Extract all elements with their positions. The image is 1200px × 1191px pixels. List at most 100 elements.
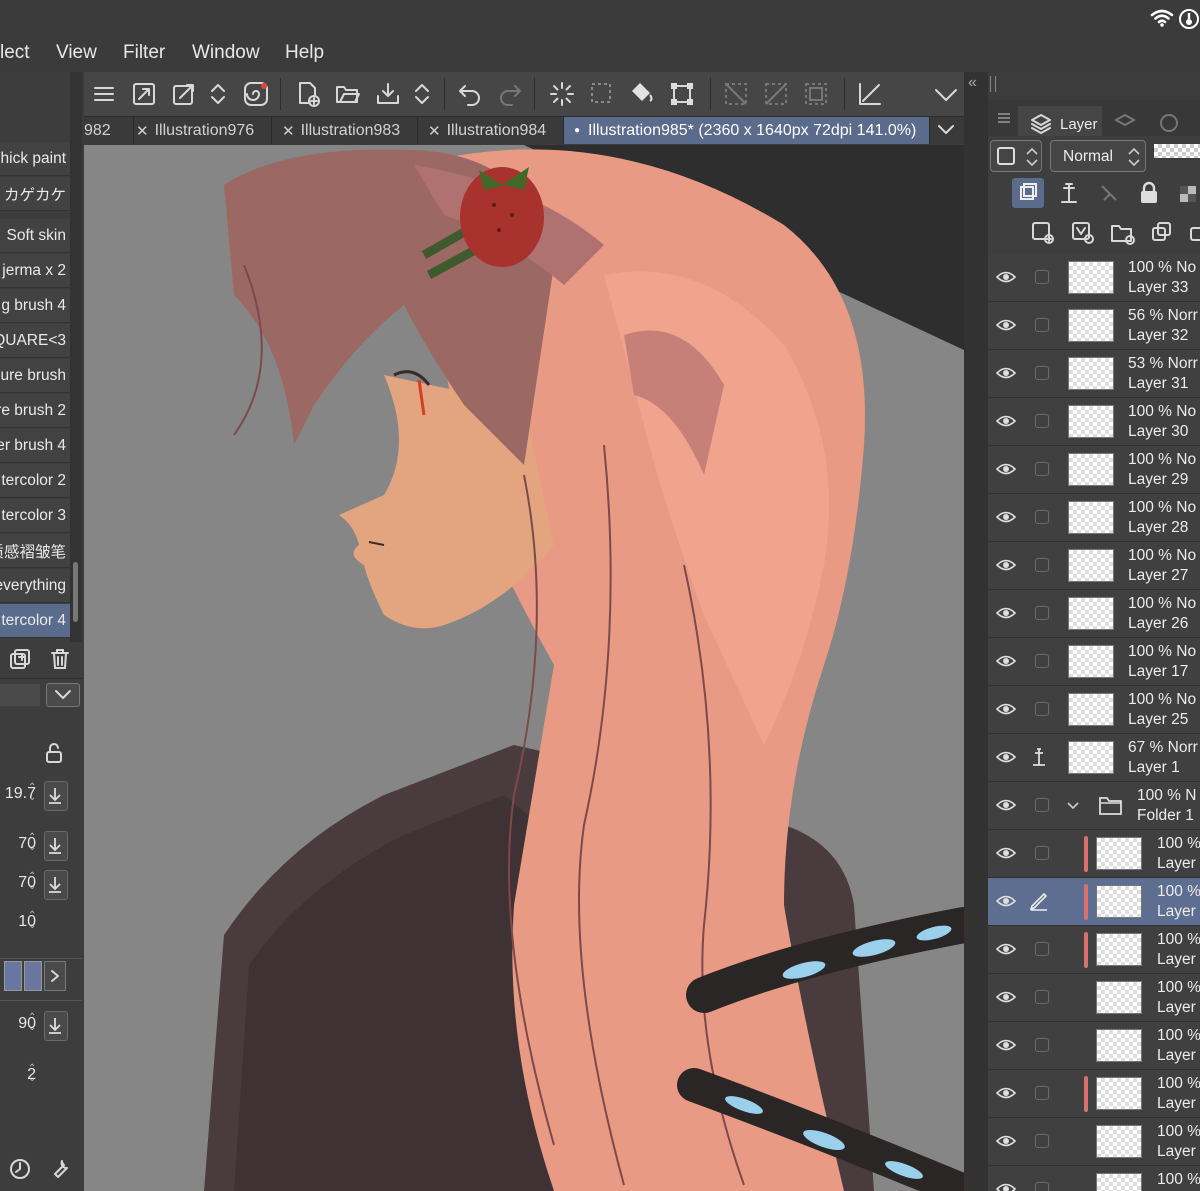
layer-checkbox[interactable] [1035,1134,1049,1148]
clip-layer-button[interactable] [1012,178,1044,208]
ruler-snap-icon[interactable] [854,78,886,110]
chevron-down-icon[interactable] [1066,800,1080,812]
history-icon[interactable] [1158,112,1180,134]
brush-item[interactable]: tercolor 3 [0,499,70,533]
lock-transparency-icon[interactable] [1178,180,1200,206]
save-icon[interactable] [372,78,404,110]
param-dynamics-button[interactable] [44,831,68,861]
layer-checkbox[interactable] [1035,1182,1049,1191]
menu-filter[interactable]: Filter [123,42,165,64]
stepper-icon[interactable]: ⌃ ⌄ [28,872,36,892]
stepper-icon[interactable]: ⌃ ⌄ [28,911,36,931]
layer-checkbox[interactable] [1035,558,1049,572]
selection-border-icon[interactable] [800,78,832,110]
eye-icon[interactable] [996,989,1016,1005]
selection-area-icon[interactable] [586,78,618,110]
redo-icon[interactable] [494,78,526,110]
collapse-button[interactable] [46,683,80,707]
eye-icon[interactable] [996,749,1016,765]
layer-checkbox[interactable] [1035,462,1049,476]
brush-item[interactable]: re brush 2 [0,394,70,428]
layer-row[interactable]: 100 % No Layer 25 [988,686,1200,734]
close-icon[interactable]: ✕ [136,122,149,140]
layer-row[interactable]: 100 % Layer [988,926,1200,974]
eye-icon[interactable] [996,1085,1016,1101]
layer-checkbox[interactable] [1035,798,1049,812]
layer-checkbox[interactable] [1035,366,1049,380]
layer-checkbox[interactable] [1035,510,1049,524]
layer-checkbox[interactable] [1035,702,1049,716]
clock-settings-icon[interactable] [8,1157,32,1181]
clear-selection-icon[interactable] [720,78,752,110]
layer-row[interactable]: 100 % Layer 1 [988,1118,1200,1166]
lock-open-icon[interactable] [44,742,66,764]
param-dynamics-button[interactable] [44,1011,68,1041]
eye-icon[interactable] [996,1181,1016,1191]
layer-checkbox[interactable] [1035,414,1049,428]
menu-window[interactable]: Window [192,42,260,64]
open-folder-icon[interactable] [332,78,364,110]
eye-icon[interactable] [996,365,1016,381]
layer-checkbox[interactable] [1035,270,1049,284]
close-icon[interactable]: ✕ [428,122,441,140]
tab-illustration983[interactable]: ✕ Illustration983 [272,117,418,144]
layer-row[interactable]: 53 % Norr Layer 31 [988,350,1200,398]
tab-illustration985[interactable]: ● Illustration985* (2360 x 1640px 72dpi … [564,117,930,144]
brush-item[interactable]: 质感褶皱笔 [0,534,70,568]
eye-icon[interactable] [996,701,1016,717]
param-dynamics-button[interactable] [44,870,68,900]
layer-checkbox[interactable] [1035,1038,1049,1052]
eye-icon[interactable] [996,845,1016,861]
spiral-icon[interactable] [240,78,272,110]
collapse-panel-icon[interactable]: « [968,74,977,92]
chevron-down-icon[interactable] [936,122,956,138]
fit-view-icon[interactable] [128,78,160,110]
layer-row[interactable]: 100 % No Layer 26 [988,590,1200,638]
layer-checkbox[interactable] [1035,318,1049,332]
reference-layer-icon[interactable] [1028,746,1050,768]
menu-select[interactable]: lect [0,42,30,64]
color-swatch[interactable] [4,961,22,991]
brush-item[interactable]: Thick paint [0,142,70,176]
duplicate-brush-icon[interactable] [8,647,32,671]
draft-layer-icon[interactable] [1096,180,1122,206]
brush-item[interactable]: er brush 4 [0,429,70,463]
brush-item[interactable]: g brush 4 [0,289,70,323]
tab-illustration984[interactable]: ✕ Illustration984 [418,117,564,144]
tab-layer[interactable]: Layer [1018,106,1102,136]
lock-icon[interactable] [1138,180,1160,206]
eye-icon[interactable] [996,317,1016,333]
next-swatch-button[interactable] [44,961,66,991]
eye-icon[interactable] [996,797,1016,813]
chevron-updown-icon[interactable] [406,78,438,110]
layer-row[interactable]: 100 % No Layer 17 [988,638,1200,686]
param-dynamics-button[interactable] [44,781,68,811]
layer-property-icon[interactable] [1114,112,1136,134]
layer-checkbox[interactable] [1035,1086,1049,1100]
new-vector-layer-icon[interactable] [1070,220,1096,246]
merge-layer-icon[interactable] [1188,220,1200,246]
layer-row[interactable]: 100 % No Layer 29 [988,446,1200,494]
brush-item[interactable]: ure brush [0,359,70,393]
layer-row[interactable]: 100 % Layer [988,1070,1200,1118]
reference-layer-icon[interactable] [1056,180,1082,206]
layer-row[interactable]: 100 % Layer 1 [988,974,1200,1022]
wrench-icon[interactable] [48,1157,72,1181]
layer-row[interactable]: 56 % Norr Layer 32 [988,302,1200,350]
brush-list-scrollbar[interactable] [70,72,82,642]
copy-layer-icon[interactable] [1150,220,1176,246]
invert-selection-icon[interactable] [760,78,792,110]
eye-icon[interactable] [996,1133,1016,1149]
opacity-slider[interactable] [1154,144,1200,158]
panel-drag-handle[interactable] [990,76,996,92]
eye-icon[interactable] [996,653,1016,669]
brush-item[interactable]: Soft skin [0,219,70,253]
menu-icon[interactable] [88,78,120,110]
brush-item[interactable]: QUARE<3 [0,324,70,358]
stepper-icon[interactable]: ⌃ ⌄ [28,833,36,853]
menu-view[interactable]: View [56,42,97,64]
panel-menu-icon[interactable] [996,110,1012,126]
tool-property-tab[interactable] [0,684,40,706]
layer-row[interactable]: 100 % No Layer 27 [988,542,1200,590]
layer-checkbox[interactable] [1035,990,1049,1004]
